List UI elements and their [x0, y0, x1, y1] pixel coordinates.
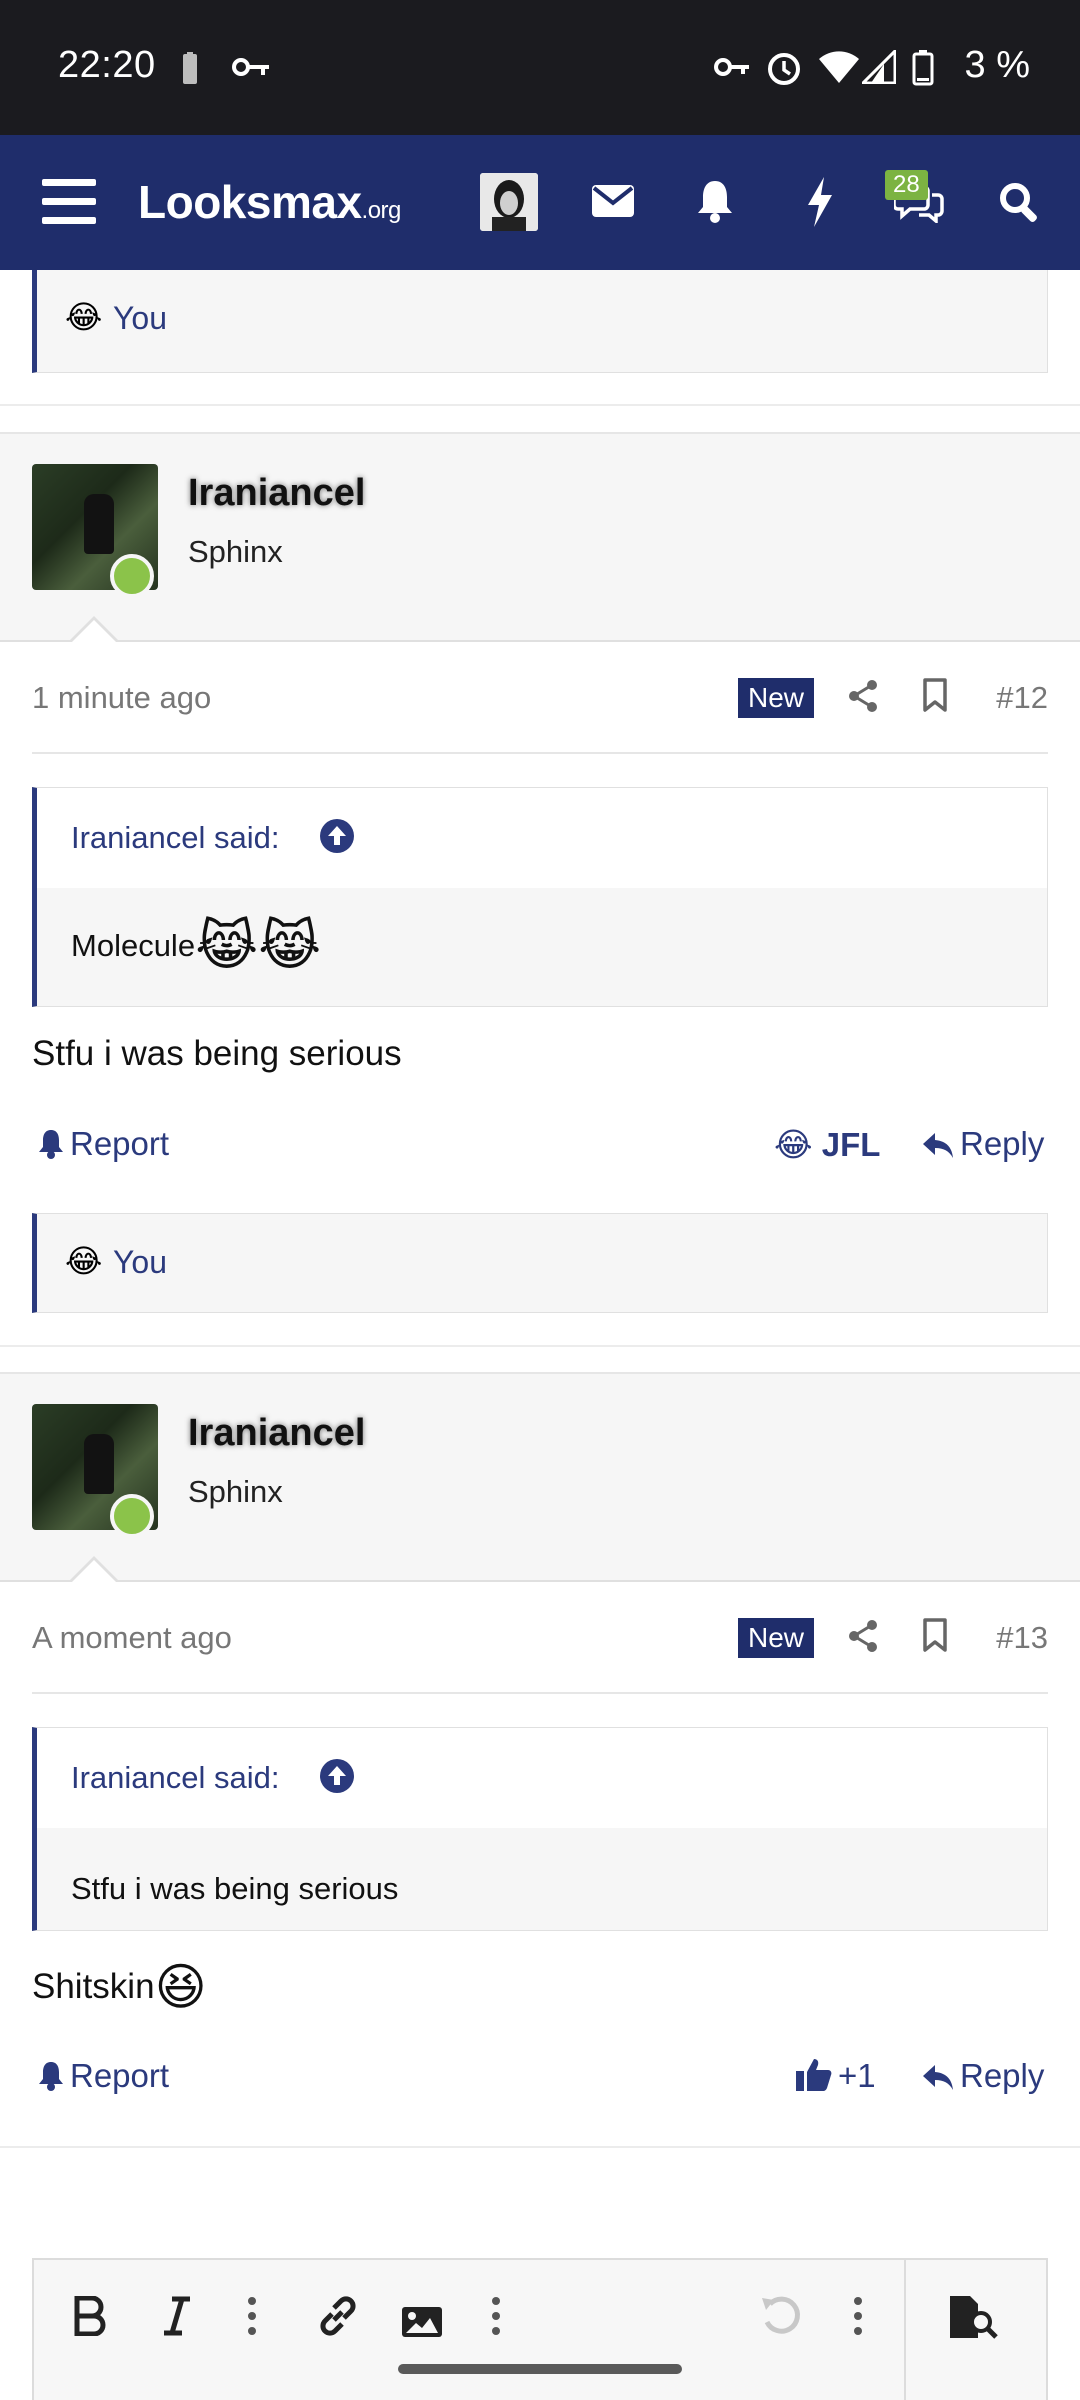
battery-icon: [180, 52, 200, 91]
reaction-users: You: [113, 300, 167, 336]
vpn-key-icon: [232, 56, 270, 83]
search-icon[interactable]: [998, 181, 1040, 228]
logo-text: Looksmax: [138, 176, 362, 228]
report-label: Report: [70, 1125, 170, 1162]
username[interactable]: Iraniancel: [188, 472, 365, 515]
post-text: Stfu i was being serious: [32, 1034, 402, 1073]
reply-button[interactable]: Reply: [922, 2057, 1044, 2095]
reply-editor: [32, 2258, 1048, 2400]
post-quote: Iraniancel said: Molecule😹😹: [32, 787, 1048, 1007]
reply-label: Reply: [960, 1125, 1045, 1162]
username[interactable]: Iraniancel: [188, 1412, 365, 1455]
online-indicator: [110, 1494, 154, 1538]
post-meta: 1 minute ago New #12: [0, 644, 1080, 754]
new-badge: New: [738, 678, 815, 718]
more-icon[interactable]: [852, 2296, 864, 2347]
user-title: Sphinx: [188, 1474, 283, 1509]
reaction-users: You: [113, 1244, 167, 1280]
reaction-label: JFL: [821, 1126, 881, 1163]
reaction-emoji: 😂: [65, 1243, 103, 1279]
quote-text: Molecule: [71, 928, 196, 963]
more-icon[interactable]: [246, 2296, 258, 2347]
post-separator: [0, 404, 1080, 406]
post-actions: Report 😂 JFL Reply: [0, 1111, 1080, 1181]
logo-suffix: .org: [361, 197, 402, 224]
menu-icon[interactable]: [42, 177, 96, 230]
post-text: Shitskin: [32, 1967, 155, 2006]
post-separator: [0, 2146, 1080, 2148]
share-icon[interactable]: [848, 1620, 878, 1657]
site-logo[interactable]: Looksmax.org: [138, 175, 401, 229]
header-pointer-fill: [70, 1560, 118, 1584]
post-separator: [0, 1345, 1080, 1347]
reply-label: Reply: [960, 2057, 1045, 2094]
status-time: 22:20: [58, 44, 156, 86]
bell-icon[interactable]: [696, 179, 734, 228]
italic-icon[interactable]: [162, 2296, 192, 2347]
post-meta: A moment ago New #13: [0, 1584, 1080, 1694]
preview-icon[interactable]: [948, 2294, 1004, 2351]
user-title: Sphinx: [188, 534, 283, 569]
post-body: Stfu i was being serious: [32, 1034, 402, 1074]
key-icon: [714, 56, 750, 83]
meta-divider: [32, 1692, 1048, 1694]
post-user-header: Iraniancel Sphinx: [0, 432, 1080, 642]
quote-text: Stfu i was being serious: [71, 1871, 399, 1906]
post-time[interactable]: 1 minute ago: [32, 680, 211, 716]
arrow-up-icon[interactable]: [319, 1758, 355, 1799]
arrow-up-icon[interactable]: [319, 818, 355, 859]
post-user-header: Iraniancel Sphinx: [0, 1372, 1080, 1582]
signal-icon: [859, 47, 897, 89]
toolbar-divider: [904, 2260, 906, 2400]
quote-author[interactable]: Iraniancel said:: [71, 820, 280, 856]
share-icon[interactable]: [848, 680, 878, 717]
quote-emoji: 😹😹: [195, 916, 322, 976]
lightning-icon[interactable]: [806, 177, 834, 232]
image-icon[interactable]: [400, 2300, 444, 2350]
reaction-emoji: 😂: [774, 1126, 813, 1163]
link-icon[interactable]: [316, 2296, 360, 2347]
bookmark-icon[interactable]: [922, 678, 948, 717]
header-pointer-fill: [70, 620, 118, 644]
more-icon[interactable]: [490, 2296, 502, 2347]
reaction-summary[interactable]: 😂 You: [32, 1213, 1048, 1313]
bold-icon[interactable]: [74, 2295, 108, 2347]
wifi-icon: [818, 50, 860, 89]
avatar[interactable]: [480, 173, 538, 231]
alarm-icon: [766, 50, 802, 91]
post-body: Shitskin😆: [32, 1958, 207, 2016]
top-nav: Looksmax.org: [0, 135, 1080, 270]
online-indicator: [110, 554, 154, 598]
reaction-emoji: 😂: [65, 299, 103, 335]
post-time[interactable]: A moment ago: [32, 1620, 232, 1656]
battery-percent: 3 %: [964, 44, 1030, 86]
conversations-badge: 28: [885, 170, 928, 200]
undo-icon[interactable]: [760, 2296, 802, 2347]
like-button[interactable]: +1: [796, 2057, 876, 2095]
bookmark-icon[interactable]: [922, 1618, 948, 1657]
report-label: Report: [70, 2057, 170, 2094]
like-count: +1: [838, 2057, 876, 2094]
meta-divider: [32, 752, 1048, 754]
post-actions: Report +1 Reply: [0, 2043, 1080, 2113]
reaction-button[interactable]: 😂 JFL: [774, 1125, 880, 1164]
post-number[interactable]: #13: [996, 1620, 1048, 1656]
battery-icon: [912, 50, 934, 91]
report-button[interactable]: Report: [38, 1125, 169, 1163]
post-number[interactable]: #12: [996, 680, 1048, 716]
reaction-summary[interactable]: 😂 You: [32, 270, 1048, 373]
report-button[interactable]: Report: [38, 2057, 169, 2095]
mail-icon[interactable]: [592, 185, 634, 222]
post-emoji: 😆: [154, 1959, 207, 2015]
home-indicator[interactable]: [398, 2364, 682, 2374]
new-badge: New: [738, 1618, 815, 1658]
post-quote: Iraniancel said: Stfu i was being seriou…: [32, 1727, 1048, 1931]
reply-button[interactable]: Reply: [922, 1125, 1044, 1163]
status-bar: 22:20 3 %: [0, 0, 1080, 135]
quote-author[interactable]: Iraniancel said:: [71, 1760, 280, 1796]
